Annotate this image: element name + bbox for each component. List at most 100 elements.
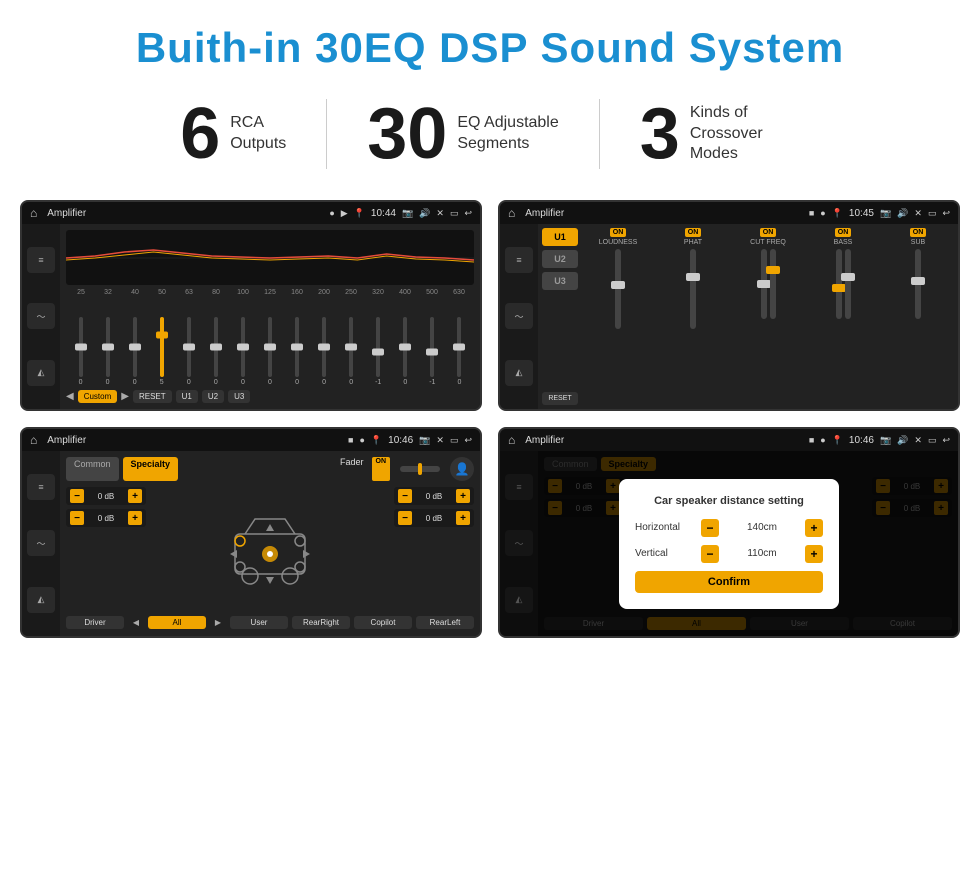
eq-slider-10[interactable]: 0 — [339, 317, 364, 386]
back-icon-4: ↩ — [942, 435, 950, 446]
tab-specialty[interactable]: Specialty — [123, 457, 179, 481]
fader-on-badge[interactable]: ON — [372, 457, 391, 481]
db-row-0: − 0 dB + — [66, 487, 146, 505]
cutfreq-slider-f[interactable] — [761, 249, 767, 319]
sidebar-vol-btn-3[interactable]: ◭ — [27, 587, 55, 613]
crossover-panel: Common Specialty Fader ON 👤 − 0 dB — [60, 451, 480, 636]
eq-slider-7[interactable]: 0 — [257, 317, 282, 386]
fader-label: Fader — [340, 457, 364, 481]
minus-btn-2[interactable]: − — [398, 489, 412, 503]
phat-slider[interactable] — [690, 249, 696, 329]
x-icon-3: ✕ — [436, 435, 444, 446]
eq-slider-9[interactable]: 0 — [312, 317, 337, 386]
sidebar-vol-btn-2[interactable]: ◭ — [505, 360, 533, 386]
sub-on[interactable]: ON — [910, 228, 927, 237]
horizontal-plus[interactable]: + — [805, 519, 823, 537]
cross-bottom-row: Driver ◀ All ▶ User RearRight Copilot Re… — [66, 614, 474, 630]
driver-btn[interactable]: Driver — [66, 616, 124, 629]
crossover-main-area: − 0 dB + − 0 dB + — [66, 487, 474, 610]
eq-slider-5[interactable]: 0 — [203, 317, 228, 386]
copilot-btn[interactable]: Copilot — [354, 616, 412, 629]
amp-channels: ON LOUDNESS ON PHAT — [582, 228, 954, 405]
camera-icon-3: 📷 — [419, 435, 430, 446]
minus-btn-1[interactable]: − — [70, 511, 84, 525]
eq-slider-13[interactable]: -1 — [420, 317, 445, 386]
u2-btn[interactable]: U2 — [202, 390, 224, 403]
left-nav[interactable]: ◀ — [128, 614, 144, 630]
minus-btn-3[interactable]: − — [398, 511, 412, 525]
u3-btn[interactable]: U3 — [228, 390, 250, 403]
plus-btn-1[interactable]: + — [128, 511, 142, 525]
dot-icon-3: ■ — [348, 435, 353, 445]
db-val-1: 0 dB — [87, 514, 125, 523]
eq-slider-4[interactable]: 0 — [176, 317, 201, 386]
stat-text-crossover: Kinds of Crossover Modes — [690, 103, 800, 165]
phat-on[interactable]: ON — [685, 228, 702, 237]
plus-btn-3[interactable]: + — [456, 511, 470, 525]
sidebar-wave-btn-2[interactable]: 〜 — [505, 303, 533, 329]
right-nav[interactable]: ▶ — [210, 614, 226, 630]
prev-arrow[interactable]: ◀ — [66, 391, 74, 402]
eq-slider-11[interactable]: -1 — [366, 317, 391, 386]
rearright-btn[interactable]: RearRight — [292, 616, 350, 629]
plus-btn-2[interactable]: + — [456, 489, 470, 503]
x-icon-4: ✕ — [914, 435, 922, 446]
channel-bass: ON BASS — [807, 228, 879, 405]
custom-btn[interactable]: Custom — [78, 390, 118, 403]
next-arrow[interactable]: ▶ — [121, 391, 129, 402]
eq-slider-6[interactable]: 0 — [230, 317, 255, 386]
eq-slider-3[interactable]: 5 — [149, 317, 174, 386]
u2-amp-btn[interactable]: U2 — [542, 250, 578, 268]
confirm-button[interactable]: Confirm — [635, 571, 823, 593]
loudness-on[interactable]: ON — [610, 228, 627, 237]
plus-btn-0[interactable]: + — [128, 489, 142, 503]
channel-phat: ON PHAT — [657, 228, 729, 405]
reset-btn[interactable]: RESET — [133, 390, 172, 403]
eq-slider-1[interactable]: 0 — [95, 317, 120, 386]
dialog-title: Car speaker distance setting — [635, 495, 823, 507]
cutfreq-slider-g[interactable] — [770, 249, 776, 319]
eq-slider-12[interactable]: 0 — [393, 317, 418, 386]
vertical-plus[interactable]: + — [805, 545, 823, 563]
tab-common[interactable]: Common — [66, 457, 119, 481]
battery-icon-2: ▭ — [928, 208, 937, 219]
bass-on[interactable]: ON — [835, 228, 852, 237]
person-icon: 👤 — [450, 457, 474, 481]
sub-slider[interactable] — [915, 249, 921, 319]
rearleft-btn[interactable]: RearLeft — [416, 616, 474, 629]
channel-sub: ON SUB — [882, 228, 954, 405]
vertical-control: − 110cm + — [701, 545, 823, 563]
user-btn[interactable]: User — [230, 616, 288, 629]
eq-slider-14[interactable]: 0 — [447, 317, 472, 386]
dot-icon-4: ■ — [809, 435, 814, 445]
u3-amp-btn[interactable]: U3 — [542, 272, 578, 290]
volume-icon-1: 🔊 — [419, 208, 430, 219]
sidebar-eq-btn-3[interactable]: ≡ — [27, 474, 55, 500]
bass-slider-f[interactable] — [836, 249, 842, 319]
bass-slider-g[interactable] — [845, 249, 851, 319]
u1-amp-btn[interactable]: U1 — [542, 228, 578, 246]
loudness-slider[interactable] — [615, 249, 621, 329]
screen-content-4: ≡ 〜 ◭ Common Specialty −0 dB+ −0 dB+ — [500, 451, 958, 636]
sidebar-eq-btn[interactable]: ≡ — [27, 247, 55, 273]
horizontal-minus[interactable]: − — [701, 519, 719, 537]
sidebar-vol-btn[interactable]: ◭ — [27, 360, 55, 386]
sidebar-eq-btn-2[interactable]: ≡ — [505, 247, 533, 273]
u1-btn[interactable]: U1 — [176, 390, 198, 403]
eq-slider-8[interactable]: 0 — [285, 317, 310, 386]
db-row-3: − 0 dB + — [394, 509, 474, 527]
all-btn[interactable]: All — [148, 616, 206, 629]
reset-amp-btn[interactable]: RESET — [542, 392, 578, 405]
cutfreq-on[interactable]: ON — [760, 228, 777, 237]
sidebar-wave-btn-3[interactable]: 〜 — [27, 530, 55, 556]
screens-grid: ⌂ Amplifier ● ▶ 📍 10:44 📷 🔊 ✕ ▭ ↩ ≡ 〜 ◭ — [0, 190, 980, 658]
vertical-minus[interactable]: − — [701, 545, 719, 563]
crossover-tabs: Common Specialty Fader ON 👤 — [66, 457, 474, 481]
screen-crossover: ⌂ Amplifier ■ ● 📍 10:46 📷 ✕ ▭ ↩ ≡ 〜 ◭ Co… — [20, 427, 482, 638]
eq-slider-0[interactable]: 0 — [68, 317, 93, 386]
eq-slider-2[interactable]: 0 — [122, 317, 147, 386]
minus-btn-0[interactable]: − — [70, 489, 84, 503]
sidebar-wave-btn[interactable]: 〜 — [27, 303, 55, 329]
app-name-1: Amplifier — [47, 208, 323, 219]
stat-number-rca: 6 — [180, 98, 220, 170]
